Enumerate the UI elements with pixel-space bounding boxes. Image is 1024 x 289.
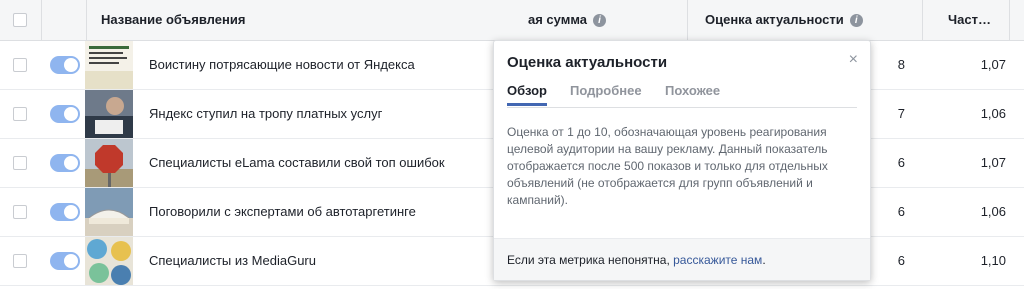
- relevance-score: 6: [897, 155, 905, 170]
- ad-thumbnail: [85, 90, 133, 138]
- table-header: Название объявления ая сумма i Оценка акт…: [0, 0, 1024, 41]
- ad-name[interactable]: Специалисты из MediaGuru: [149, 253, 316, 268]
- ad-toggle[interactable]: [50, 252, 80, 270]
- popover-description: Оценка от 1 до 10, обозначающая уровень …: [507, 125, 828, 207]
- select-all-checkbox[interactable]: [13, 13, 27, 27]
- ad-thumbnail: [85, 139, 133, 187]
- feedback-end: .: [762, 253, 766, 267]
- popover-footer: Если эта метрика непонятна, расскажите н…: [494, 238, 870, 280]
- ad-toggle[interactable]: [50, 154, 80, 172]
- row-checkbox[interactable]: [13, 156, 27, 170]
- relevance-score: 8: [897, 57, 905, 72]
- popover-title: Оценка актуальности: [507, 54, 668, 71]
- frequency-value: 1,10: [980, 253, 1006, 268]
- tab-overview[interactable]: Обзор: [507, 83, 547, 106]
- relevance-score: 6: [897, 204, 905, 219]
- col-header-frequency[interactable]: Част…: [948, 0, 991, 40]
- ad-name[interactable]: Поговорили с экспертами об автотаргетинг…: [149, 204, 416, 219]
- feedback-link[interactable]: расскажите нам: [673, 253, 762, 267]
- ad-thumbnail: [85, 188, 133, 236]
- col-header-amount[interactable]: ая сумма i: [528, 0, 607, 40]
- row-checkbox[interactable]: [13, 107, 27, 121]
- close-icon[interactable]: ×: [849, 51, 858, 69]
- feedback-text: Если эта метрика непонятна,: [507, 253, 674, 267]
- tab-details[interactable]: Подробнее: [570, 83, 642, 98]
- frequency-value: 1,06: [980, 106, 1006, 121]
- frequency-value: 1,06: [980, 204, 1006, 219]
- col-header-relevance[interactable]: Оценка актуальности i: [705, 0, 863, 40]
- row-checkbox[interactable]: [13, 58, 27, 72]
- row-checkbox[interactable]: [13, 205, 27, 219]
- relevance-score: 7: [897, 106, 905, 121]
- info-icon[interactable]: i: [593, 14, 607, 28]
- row-checkbox[interactable]: [13, 254, 27, 268]
- ad-toggle[interactable]: [50, 203, 80, 221]
- relevance-popover: Оценка актуальности × Обзор Подробнее По…: [493, 40, 871, 281]
- ad-toggle[interactable]: [50, 105, 80, 123]
- ad-thumbnail: [85, 41, 133, 89]
- ad-name[interactable]: Яндекс ступил на тропу платных услуг: [149, 106, 382, 121]
- col-header-name[interactable]: Название объявления: [101, 0, 245, 40]
- info-icon[interactable]: i: [849, 14, 863, 28]
- tab-related[interactable]: Похожее: [665, 83, 720, 98]
- ad-thumbnail: [85, 237, 133, 285]
- frequency-value: 1,07: [980, 57, 1006, 72]
- ad-name[interactable]: Специалисты eLama составили свой топ оши…: [149, 155, 445, 170]
- popover-tabs: Обзор Подробнее Похожее: [507, 83, 857, 108]
- frequency-value: 1,07: [980, 155, 1006, 170]
- relevance-score: 6: [897, 253, 905, 268]
- ad-name[interactable]: Воистину потрясающие новости от Яндекса: [149, 57, 415, 72]
- ad-toggle[interactable]: [50, 56, 80, 74]
